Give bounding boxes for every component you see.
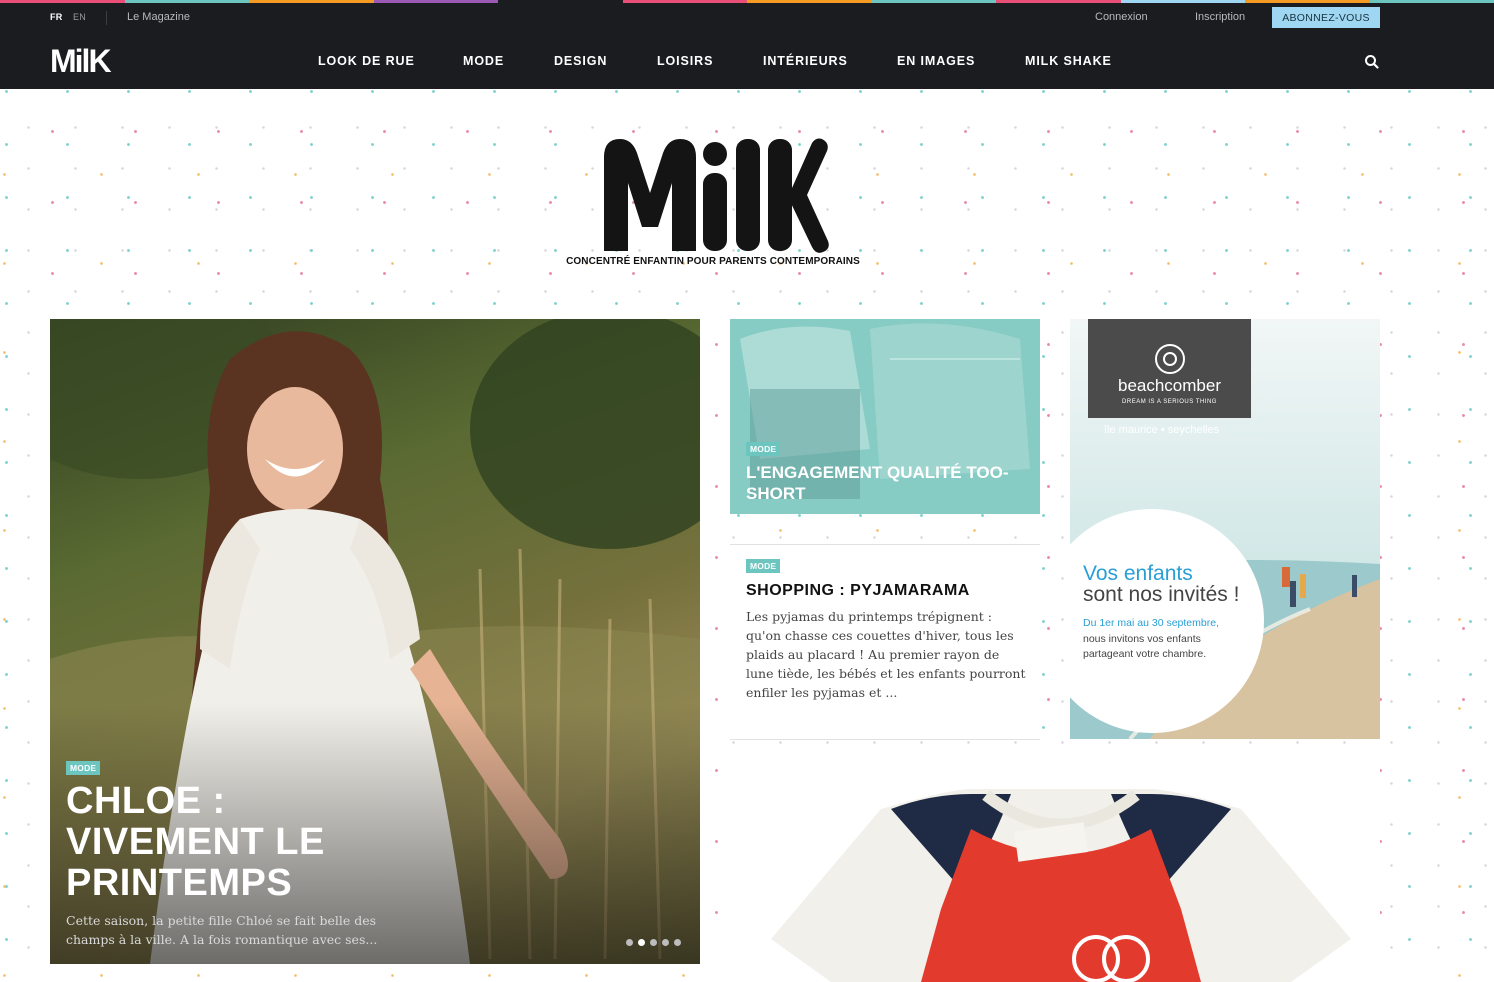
login-link[interactable]: Connexion <box>1095 11 1148 23</box>
slider-dot[interactable] <box>662 939 669 946</box>
category-badge[interactable]: MODE <box>746 442 781 456</box>
beachcomber-logo-icon <box>1155 344 1185 374</box>
lang-fr-link[interactable]: FR <box>50 12 63 22</box>
main-navigation: MilK LOOK DE RUE MODE DESIGN LOISIRS INT… <box>0 34 1494 89</box>
beachcomber-ad[interactable]: beachcomber DREAM IS A SERIOUS THING île… <box>1070 319 1380 739</box>
ad-headline-2: sont nos invités ! <box>1083 583 1240 606</box>
search-icon[interactable] <box>1363 53 1381 71</box>
ad-motto: DREAM IS A SERIOUS THING <box>1122 399 1217 405</box>
slider-dot[interactable] <box>650 939 657 946</box>
article-title[interactable]: SHOPPING : PYJAMARAMA <box>746 582 1032 600</box>
nav-item-design[interactable]: DESIGN <box>554 54 607 68</box>
nav-item-look-de-rue[interactable]: LOOK DE RUE <box>318 54 415 68</box>
masthead-tagline: CONCENTRÉ ENFANTIN POUR PARENTS CONTEMPO… <box>566 256 860 267</box>
signup-link[interactable]: Inscription <box>1195 11 1245 23</box>
hero-excerpt: Cette saison, la petite fille Chloé se f… <box>66 913 378 947</box>
ad-destinations: île maurice • seychelles <box>1104 424 1220 436</box>
slider-dot[interactable] <box>626 939 633 946</box>
topbar-divider <box>106 11 107 25</box>
site-logo[interactable]: MilK <box>50 42 112 80</box>
article-excerpt: Les pyjamas du printemps trépignent : qu… <box>746 609 1026 700</box>
article-card-pyjamarama[interactable]: MODE SHOPPING : PYJAMARAMA Les pyjamas d… <box>730 544 1040 740</box>
hero-slider[interactable]: MODE CHLOE : VIVEMENT LE PRINTEMPS Cette… <box>50 319 700 964</box>
beachcomber-logo-box: beachcomber DREAM IS A SERIOUS THING <box>1088 319 1251 418</box>
nav-item-interieurs[interactable]: INTÉRIEURS <box>763 54 848 68</box>
ad-dates: Du 1er mai au 30 septembre, <box>1083 617 1219 629</box>
slider-dot[interactable] <box>674 939 681 946</box>
lang-en-link[interactable]: EN <box>73 12 86 22</box>
article-card-petit-bateau[interactable] <box>731 769 1380 982</box>
ad-headline-1: Vos enfants <box>1083 562 1193 585</box>
nav-item-mode[interactable]: MODE <box>463 54 504 68</box>
ad-body: nous invitons vos enfants partageant vot… <box>1083 633 1207 660</box>
article-card-too-short[interactable]: MODE L'ENGAGEMENT QUALITÉ TOO-SHORT <box>730 319 1040 514</box>
subscribe-button[interactable]: ABONNEZ-VOUS <box>1272 7 1380 28</box>
slider-pagination <box>626 939 681 946</box>
tshirt-image <box>771 789 1351 982</box>
nav-item-milk-shake[interactable]: MILK SHAKE <box>1025 54 1112 68</box>
slider-dot[interactable] <box>638 939 645 946</box>
nav-item-en-images[interactable]: EN IMAGES <box>897 54 975 68</box>
top-utility-bar: FR EN Le Magazine Connexion Inscription … <box>0 3 1494 34</box>
masthead-logo <box>604 138 829 253</box>
magazine-link[interactable]: Le Magazine <box>127 11 190 23</box>
nav-item-loisirs[interactable]: LOISIRS <box>657 54 713 68</box>
ad-brand: beachcomber <box>1117 376 1221 395</box>
article-title[interactable]: L'ENGAGEMENT QUALITÉ TOO-SHORT <box>746 462 1028 504</box>
category-badge[interactable]: MODE <box>746 559 781 573</box>
category-badge[interactable]: MODE <box>66 761 101 775</box>
hero-title[interactable]: CHLOE : VIVEMENT LE PRINTEMPS <box>66 781 386 904</box>
